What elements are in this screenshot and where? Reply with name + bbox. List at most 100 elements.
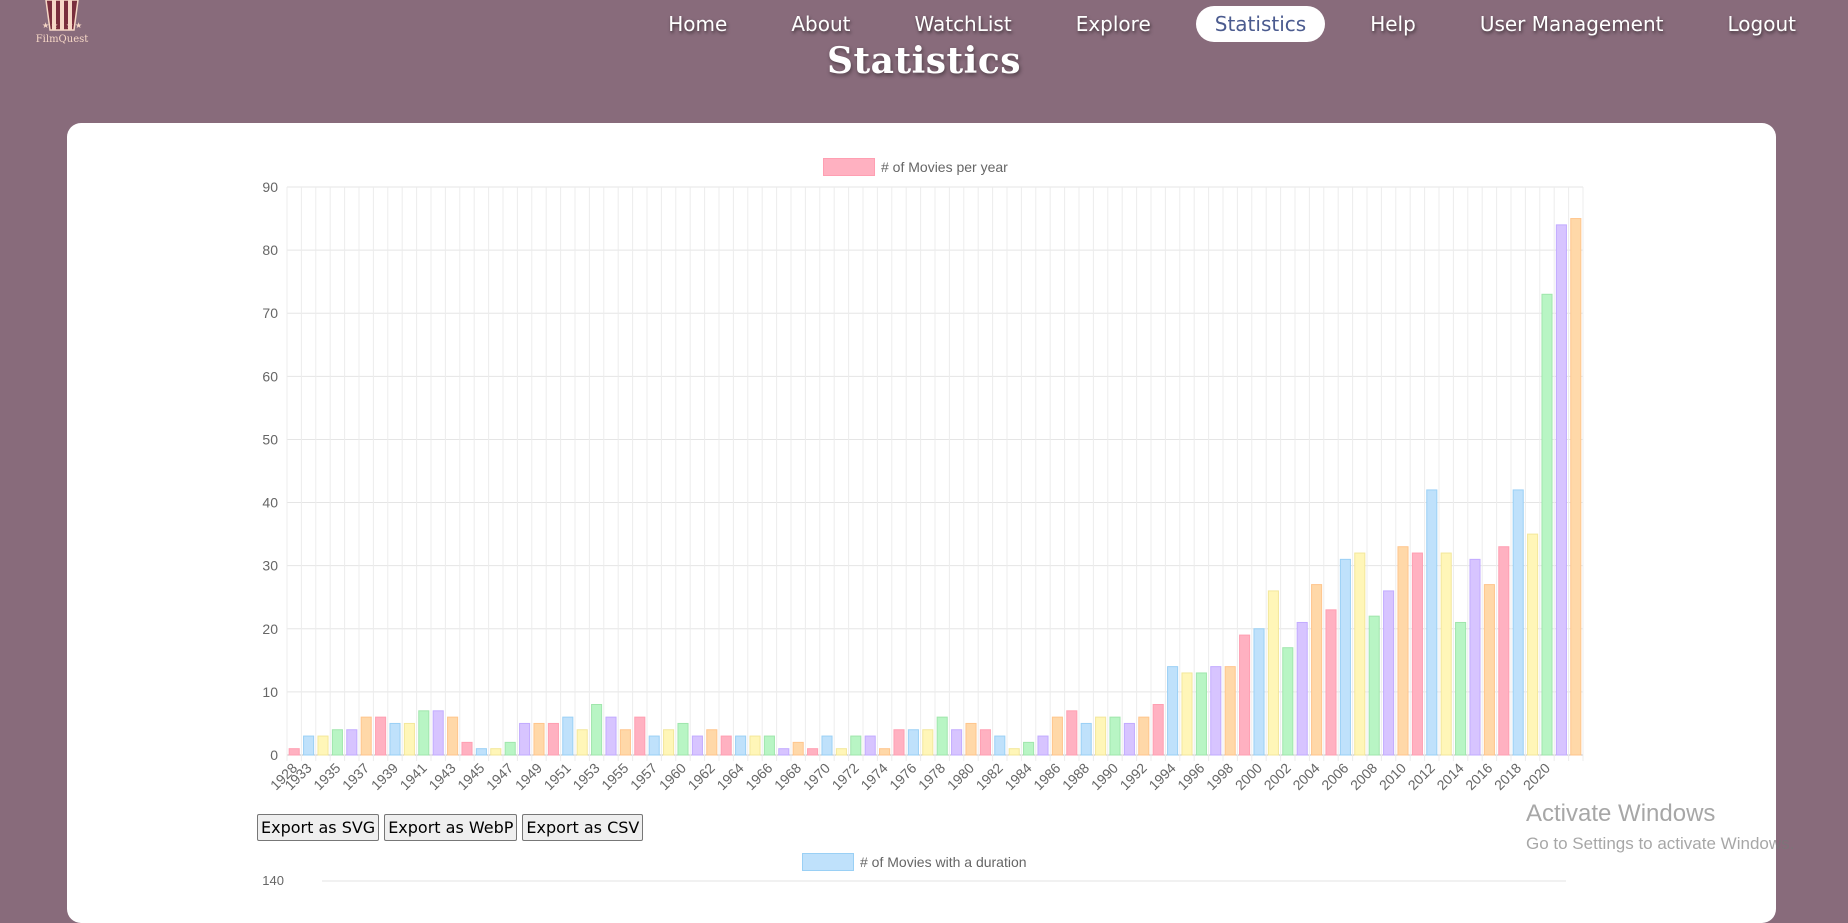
bar-1951 — [562, 716, 574, 756]
bar-1992 — [1138, 716, 1150, 756]
bar-1999 — [1239, 634, 1251, 756]
x-tick-label: 1994 — [1145, 760, 1178, 793]
x-tick-label: 1964 — [713, 760, 746, 793]
x-tick-label: 2008 — [1347, 760, 1380, 793]
export-csv-button[interactable]: Export as CSV — [522, 814, 644, 841]
y-tick-label: 60 — [262, 368, 278, 384]
export-webp-button[interactable]: Export as WebP — [384, 814, 518, 841]
bar-1975 — [893, 729, 905, 756]
x-tick-label: 1980 — [944, 760, 977, 793]
x-tick-label: 1988 — [1059, 760, 1092, 793]
activate-windows-watermark: Activate Windows Go to Settings to activ… — [1526, 800, 1794, 854]
bar-1995 — [1181, 672, 1193, 756]
chart1-legend-swatch — [823, 158, 875, 176]
bar-1963 — [720, 735, 732, 756]
x-tick-label: 1947 — [483, 760, 516, 793]
bar-1942 — [432, 710, 444, 756]
y-tick-label: 0 — [270, 747, 278, 763]
bar-2008 — [1368, 615, 1380, 756]
bar-2012 — [1426, 489, 1438, 756]
bar-2002 — [1282, 647, 1294, 756]
bar-1945 — [475, 748, 487, 756]
x-tick-label: 1949 — [512, 760, 545, 793]
bar-1937 — [360, 716, 372, 756]
x-tick-label: 1935 — [310, 760, 343, 793]
bar-2007 — [1354, 552, 1366, 756]
bar-1993 — [1152, 704, 1164, 756]
bar-2021 — [1555, 224, 1567, 756]
x-tick-label: 2010 — [1376, 760, 1409, 793]
bar-2000 — [1253, 628, 1265, 756]
bar-1970 — [821, 735, 833, 756]
bar-2015 — [1469, 558, 1481, 756]
bar-2006 — [1339, 558, 1351, 756]
bar-2005 — [1325, 609, 1337, 756]
x-tick-label: 2016 — [1462, 760, 1495, 793]
bar-1998 — [1224, 666, 1236, 756]
bar-1957 — [648, 735, 660, 756]
bar-1946 — [490, 748, 502, 756]
x-tick-label: 1984 — [1001, 760, 1034, 793]
x-tick-label: 2004 — [1289, 760, 1322, 793]
chart2-legend[interactable]: # of Movies with a duration — [802, 853, 1027, 871]
bar-1936 — [346, 729, 358, 756]
bar-2010 — [1397, 546, 1409, 756]
bar-2009 — [1383, 590, 1395, 756]
x-tick-label: 1937 — [339, 760, 372, 793]
x-tick-label: 2014 — [1433, 760, 1466, 793]
x-tick-label: 1951 — [541, 760, 574, 793]
bar-1955 — [619, 729, 631, 756]
bar-1938 — [375, 716, 387, 756]
bar-undefined — [1570, 218, 1582, 756]
bar-1971 — [835, 748, 847, 756]
x-tick-label: 1955 — [598, 760, 631, 793]
y-tick-label: 70 — [262, 305, 278, 321]
x-tick-label: 2012 — [1405, 760, 1438, 793]
bar-1940 — [403, 722, 415, 756]
bar-1994 — [1167, 666, 1179, 756]
bar-1996 — [1195, 672, 1207, 756]
bar-1949 — [533, 722, 545, 756]
x-tick-label: 1992 — [1117, 760, 1150, 793]
x-tick-label: 2000 — [1232, 760, 1265, 793]
x-tick-label: 2006 — [1318, 760, 1351, 793]
bar-1982 — [994, 735, 1006, 756]
bar-1935 — [331, 729, 343, 756]
export-toolbar: Export as SVG Export as WebP Export as C… — [257, 814, 648, 841]
x-tick-label: 1968 — [771, 760, 804, 793]
x-tick-label: 1996 — [1174, 760, 1207, 793]
bar-1934 — [317, 735, 329, 756]
x-tick-label: 1941 — [397, 760, 430, 793]
bar-1950 — [547, 722, 559, 756]
x-tick-label: 1943 — [425, 760, 458, 793]
chart1-legend-label: # of Movies per year — [881, 159, 1008, 175]
chart1-legend[interactable]: # of Movies per year — [823, 158, 1008, 176]
bar-1981 — [979, 729, 991, 756]
bar-1944 — [461, 741, 473, 756]
bar-2017 — [1498, 546, 1510, 756]
x-tick-label: 1974 — [857, 760, 890, 793]
x-tick-label: 1970 — [800, 760, 833, 793]
y-tick-label: 90 — [262, 179, 278, 195]
x-tick-label: 1978 — [915, 760, 948, 793]
bar-2004 — [1311, 584, 1323, 756]
y-tick-label: 80 — [262, 242, 278, 258]
bar-1987 — [1066, 710, 1078, 756]
export-svg-button[interactable]: Export as SVG — [257, 814, 380, 841]
bar-1980 — [965, 722, 977, 756]
y-tick-label: 10 — [262, 684, 278, 700]
bar-1956 — [634, 716, 646, 756]
bar-2016 — [1483, 584, 1495, 756]
x-tick-label: 1990 — [1088, 760, 1121, 793]
bar-1983 — [1008, 748, 1020, 756]
bar-1966 — [763, 735, 775, 756]
bar-1972 — [850, 735, 862, 756]
bar-2019 — [1527, 533, 1539, 756]
bar-1989 — [1095, 716, 1107, 756]
x-tick-label: 1998 — [1203, 760, 1236, 793]
x-tick-label: 1939 — [368, 760, 401, 793]
bar-1974 — [879, 748, 891, 756]
bar-1969 — [807, 748, 819, 756]
x-tick-label: 1976 — [886, 760, 919, 793]
bar-1958 — [663, 729, 675, 756]
